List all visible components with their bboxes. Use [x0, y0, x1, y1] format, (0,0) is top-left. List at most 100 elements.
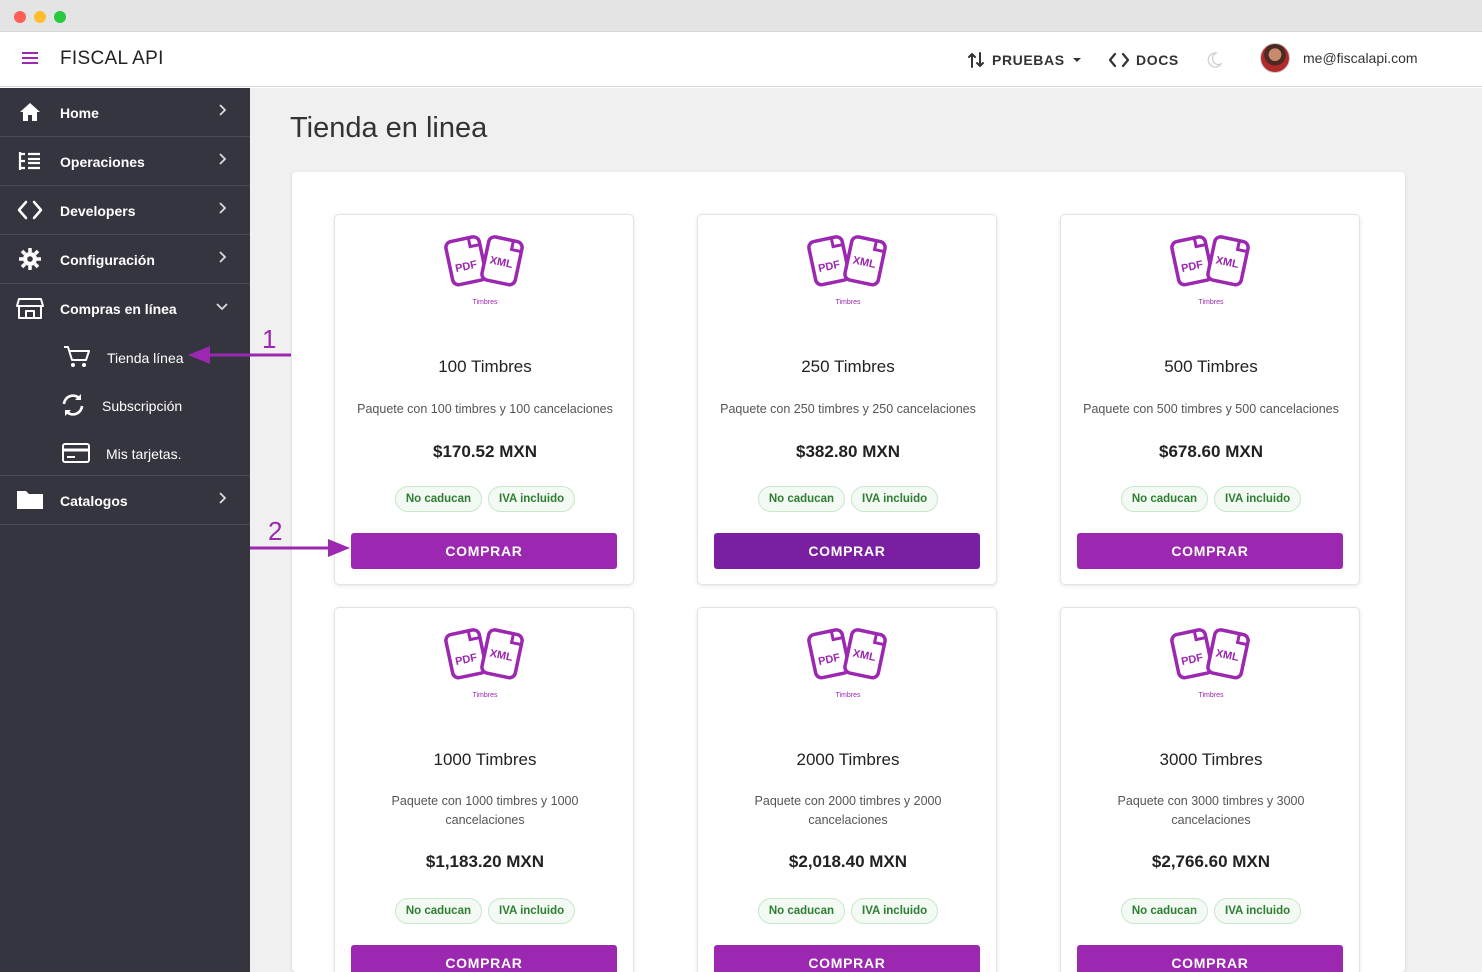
cart-icon — [64, 346, 90, 367]
pdf-xml-logo-icon: PDF XML — [444, 628, 524, 680]
product-description: Paquete con 250 timbres y 250 cancelacio… — [720, 402, 976, 416]
sidebar-item-label: Developers — [60, 203, 136, 219]
sidebar-item-home[interactable]: Home — [0, 88, 250, 137]
annotation-arrow-1 — [188, 346, 291, 364]
buy-button[interactable]: COMPRAR — [351, 945, 617, 972]
product-chips: No caducan IVA incluido — [335, 486, 635, 512]
product-chips: No caducan IVA incluido — [1061, 898, 1361, 924]
vat-included-chip: IVA incluido — [488, 486, 576, 512]
buy-button[interactable]: COMPRAR — [1077, 945, 1343, 972]
product-description: Paquete con 1000 timbres y 1000 cancelac… — [391, 794, 579, 827]
window-titlebar — [0, 0, 1482, 32]
buy-button[interactable]: COMPRAR — [1077, 533, 1343, 569]
no-expiry-chip: No caducan — [394, 898, 482, 924]
logo-caption: Timbres — [472, 299, 498, 306]
vat-included-chip: IVA incluido — [1214, 486, 1302, 512]
no-expiry-chip: No caducan — [1120, 898, 1208, 924]
product-description: Paquete con 100 timbres y 100 cancelacio… — [357, 402, 613, 416]
logo-caption: Timbres — [1198, 692, 1224, 699]
product-card: PDF XML Timbres 3000 Timbres Paquete con… — [1060, 607, 1360, 972]
pdf-xml-logo-icon: PDF XML — [1170, 628, 1250, 680]
pdf-xml-logo-icon: PDF XML — [444, 235, 524, 287]
product-card: PDF XML Timbres 500 Timbres Paquete con … — [1060, 214, 1360, 585]
product-name: 2000 Timbres — [796, 750, 900, 769]
user-email[interactable]: me@fiscalapi.com — [1303, 50, 1418, 66]
no-expiry-chip: No caducan — [757, 486, 845, 512]
docs-label: DOCS — [1136, 52, 1179, 68]
product-card: PDF XML Timbres 1000 Timbres Paquete con… — [334, 607, 634, 972]
product-name: 3000 Timbres — [1159, 750, 1263, 769]
app-title: FISCAL API — [60, 48, 164, 69]
logo-caption: Timbres — [835, 299, 861, 306]
minimize-window-button[interactable] — [34, 11, 46, 23]
vat-included-chip: IVA incluido — [851, 486, 939, 512]
chevron-down-icon — [216, 303, 228, 311]
product-price: $2,018.40 MXN — [788, 852, 908, 871]
no-expiry-chip: No caducan — [757, 898, 845, 924]
home-icon — [20, 103, 40, 121]
gear-icon — [19, 248, 41, 270]
chevron-right-icon — [219, 251, 227, 263]
product-name: 250 Timbres — [801, 357, 895, 376]
sidebar-item-configuracion[interactable]: Configuración — [0, 235, 250, 284]
product-chips: No caducan IVA incluido — [1061, 486, 1361, 512]
caret-down-icon — [1072, 58, 1081, 62]
product-name: 500 Timbres — [1164, 357, 1258, 376]
sidebar-subitem-label: Mis tarjetas. — [106, 446, 182, 462]
dark-mode-toggle-icon[interactable] — [1206, 52, 1222, 68]
sidebar-item-operaciones[interactable]: Operaciones — [0, 137, 250, 186]
environment-label: PRUEBAS — [992, 52, 1065, 68]
sidebar-item-catalogos[interactable]: Catalogos — [0, 476, 250, 525]
product-card: PDF XML Timbres 100 Timbres Paquete con … — [334, 214, 634, 585]
vat-included-chip: IVA incluido — [851, 898, 939, 924]
buy-button[interactable]: COMPRAR — [714, 533, 980, 569]
product-description: Paquete con 500 timbres y 500 cancelacio… — [1083, 402, 1339, 416]
sidebar-item-label: Home — [60, 105, 99, 121]
product-price: $2,766.60 MXN — [1151, 852, 1271, 871]
store-icon — [16, 298, 44, 319]
sidebar-subitem-subscripcion[interactable]: Subscripción — [0, 381, 250, 429]
page-title: Tienda en linea — [290, 112, 488, 144]
no-expiry-chip: No caducan — [394, 486, 482, 512]
vat-included-chip: IVA incluido — [1214, 898, 1302, 924]
docs-button[interactable]: DOCS — [1108, 49, 1179, 71]
product-chips: No caducan IVA incluido — [335, 898, 635, 924]
sidebar-item-label: Compras en línea — [60, 301, 177, 317]
credit-card-icon — [62, 443, 90, 463]
sidebar-item-developers[interactable]: Developers — [0, 186, 250, 235]
annotation-step-1: 1 — [262, 324, 277, 354]
sidebar-subitem-tarjetas[interactable]: Mis tarjetas. — [0, 429, 250, 477]
code-icon — [17, 200, 43, 220]
chevron-right-icon — [219, 492, 227, 504]
product-description: Paquete con 2000 timbres y 2000 cancelac… — [754, 794, 942, 827]
pdf-xml-logo-icon: PDF XML — [1170, 235, 1250, 287]
no-expiry-chip: No caducan — [1120, 486, 1208, 512]
sidebar-item-label: Configuración — [60, 252, 155, 268]
user-avatar[interactable] — [1260, 43, 1290, 73]
sidebar-item-label: Operaciones — [60, 154, 145, 170]
chevron-right-icon — [219, 202, 227, 214]
pdf-xml-logo-icon: PDF XML — [807, 235, 887, 287]
hamburger-menu-icon[interactable] — [22, 52, 38, 66]
product-card: PDF XML Timbres 2000 Timbres Paquete con… — [697, 607, 997, 972]
list-icon — [18, 152, 40, 170]
product-name: 1000 Timbres — [433, 750, 537, 769]
product-price: $382.80 MXN — [796, 442, 900, 461]
environment-selector[interactable]: PRUEBAS — [966, 49, 1083, 71]
logo-caption: Timbres — [835, 692, 861, 699]
product-price: $170.52 MXN — [433, 442, 537, 461]
product-chips: No caducan IVA incluido — [698, 898, 998, 924]
buy-button[interactable]: COMPRAR — [714, 945, 980, 972]
maximize-window-button[interactable] — [54, 11, 66, 23]
sidebar-item-compras[interactable]: Compras en línea — [0, 284, 250, 333]
vat-included-chip: IVA incluido — [488, 898, 576, 924]
logo-caption: Timbres — [472, 692, 498, 699]
close-window-button[interactable] — [14, 11, 26, 23]
buy-button[interactable]: COMPRAR — [351, 533, 617, 569]
folder-icon — [17, 491, 43, 509]
chevron-right-icon — [219, 104, 227, 116]
product-name: 100 Timbres — [438, 357, 532, 376]
product-price: $678.60 MXN — [1159, 442, 1263, 461]
annotation-step-2: 2 — [268, 516, 283, 546]
swap-vertical-icon — [968, 52, 984, 68]
